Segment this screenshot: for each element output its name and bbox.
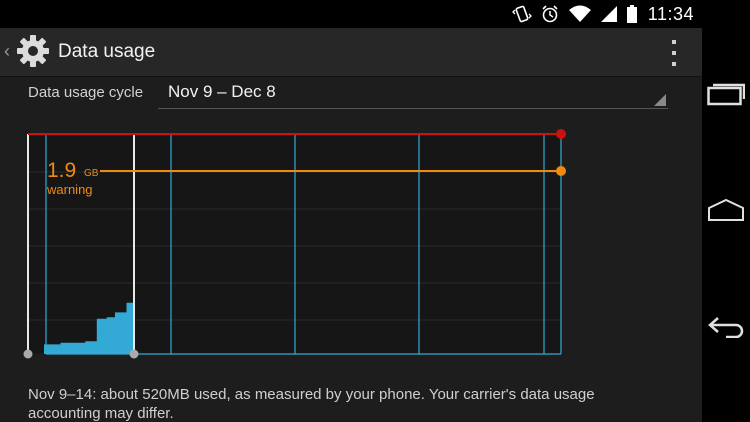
home-icon[interactable] [702, 186, 750, 234]
recent-apps-icon[interactable] [702, 70, 750, 118]
screen: 11:34 ‹ Data usage Data usage cycle Nov … [0, 0, 750, 422]
navigation-bar [702, 0, 750, 422]
usage-chart: 1.9 GB warning [23, 129, 566, 359]
back-icon[interactable] [702, 302, 750, 350]
sweep-end-handle[interactable] [129, 349, 139, 359]
warning-value: 1.9 [47, 159, 76, 182]
warning-unit: GB [84, 168, 99, 179]
limit-handle[interactable] [556, 129, 566, 139]
usage-footnote: Nov 9–14: about 520MB used, as measured … [28, 386, 595, 422]
warning-label: warning [46, 182, 93, 197]
warning-handle[interactable] [556, 166, 566, 176]
sweep-start-handle[interactable] [23, 349, 33, 359]
